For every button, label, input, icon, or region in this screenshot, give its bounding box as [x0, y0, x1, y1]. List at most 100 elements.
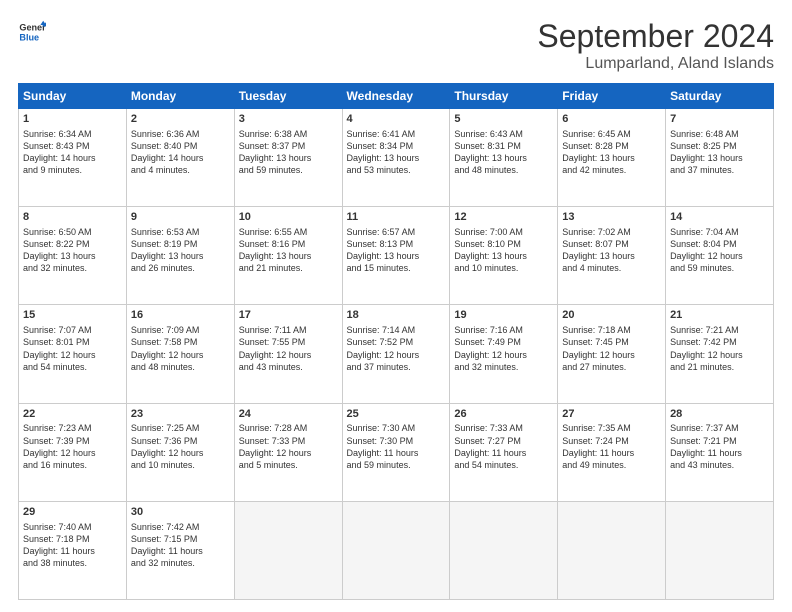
day-info-line: Sunset: 7:33 PM — [239, 435, 338, 447]
week-row-1: 1Sunrise: 6:34 AMSunset: 8:43 PMDaylight… — [19, 109, 774, 207]
day-number: 20 — [562, 308, 661, 323]
day-number: 11 — [347, 210, 446, 225]
cell-4-5: 26Sunrise: 7:33 AMSunset: 7:27 PMDayligh… — [450, 403, 558, 501]
day-info-line: and 43 minutes. — [239, 361, 338, 373]
svg-text:Blue: Blue — [19, 32, 39, 42]
day-info-line: Daylight: 13 hours — [562, 250, 661, 262]
day-info-line: and 43 minutes. — [670, 459, 769, 471]
day-info-line: Sunrise: 6:38 AM — [239, 128, 338, 140]
day-info-line: Daylight: 12 hours — [23, 349, 122, 361]
day-info-line: Sunrise: 7:00 AM — [454, 226, 553, 238]
week-row-3: 15Sunrise: 7:07 AMSunset: 8:01 PMDayligh… — [19, 305, 774, 403]
cell-5-2: 30Sunrise: 7:42 AMSunset: 7:15 PMDayligh… — [126, 501, 234, 599]
day-info-line: Sunrise: 6:43 AM — [454, 128, 553, 140]
day-number: 12 — [454, 210, 553, 225]
cell-4-1: 22Sunrise: 7:23 AMSunset: 7:39 PMDayligh… — [19, 403, 127, 501]
day-info-line: Sunset: 7:42 PM — [670, 336, 769, 348]
day-info-line: Sunset: 8:10 PM — [454, 238, 553, 250]
day-info-line: Sunset: 8:28 PM — [562, 140, 661, 152]
weekday-friday: Friday — [558, 84, 666, 109]
day-info-line: Daylight: 14 hours — [23, 152, 122, 164]
cell-5-6 — [558, 501, 666, 599]
day-info-line: Sunrise: 7:28 AM — [239, 422, 338, 434]
day-info-line: Sunset: 7:39 PM — [23, 435, 122, 447]
day-info-line: Sunset: 8:16 PM — [239, 238, 338, 250]
cell-4-6: 27Sunrise: 7:35 AMSunset: 7:24 PMDayligh… — [558, 403, 666, 501]
cell-5-1: 29Sunrise: 7:40 AMSunset: 7:18 PMDayligh… — [19, 501, 127, 599]
day-info-line: Sunrise: 6:57 AM — [347, 226, 446, 238]
cell-3-1: 15Sunrise: 7:07 AMSunset: 8:01 PMDayligh… — [19, 305, 127, 403]
cell-4-7: 28Sunrise: 7:37 AMSunset: 7:21 PMDayligh… — [666, 403, 774, 501]
day-number: 23 — [131, 407, 230, 422]
day-info-line: Sunrise: 6:53 AM — [131, 226, 230, 238]
day-info-line: Sunset: 8:13 PM — [347, 238, 446, 250]
day-number: 17 — [239, 308, 338, 323]
day-info-line: Daylight: 12 hours — [239, 447, 338, 459]
day-number: 27 — [562, 407, 661, 422]
cell-3-2: 16Sunrise: 7:09 AMSunset: 7:58 PMDayligh… — [126, 305, 234, 403]
day-number: 6 — [562, 112, 661, 127]
cell-1-3: 3Sunrise: 6:38 AMSunset: 8:37 PMDaylight… — [234, 109, 342, 207]
day-info-line: and 49 minutes. — [562, 459, 661, 471]
day-info-line: and 54 minutes. — [23, 361, 122, 373]
day-info-line: Sunset: 8:40 PM — [131, 140, 230, 152]
day-info-line: Sunset: 7:49 PM — [454, 336, 553, 348]
day-info-line: Sunset: 7:15 PM — [131, 533, 230, 545]
day-number: 14 — [670, 210, 769, 225]
cell-1-1: 1Sunrise: 6:34 AMSunset: 8:43 PMDaylight… — [19, 109, 127, 207]
day-info-line: Sunset: 7:18 PM — [23, 533, 122, 545]
week-row-2: 8Sunrise: 6:50 AMSunset: 8:22 PMDaylight… — [19, 207, 774, 305]
day-info-line: and 26 minutes. — [131, 262, 230, 274]
cell-1-4: 4Sunrise: 6:41 AMSunset: 8:34 PMDaylight… — [342, 109, 450, 207]
day-number: 21 — [670, 308, 769, 323]
day-info-line: and 15 minutes. — [347, 262, 446, 274]
cell-3-6: 20Sunrise: 7:18 AMSunset: 7:45 PMDayligh… — [558, 305, 666, 403]
day-info-line: Sunrise: 7:42 AM — [131, 521, 230, 533]
day-info-line: Daylight: 13 hours — [670, 152, 769, 164]
day-info-line: and 4 minutes. — [131, 164, 230, 176]
day-number: 15 — [23, 308, 122, 323]
day-info-line: and 9 minutes. — [23, 164, 122, 176]
day-info-line: and 37 minutes. — [670, 164, 769, 176]
day-number: 24 — [239, 407, 338, 422]
day-number: 1 — [23, 112, 122, 127]
day-number: 9 — [131, 210, 230, 225]
day-info-line: and 37 minutes. — [347, 361, 446, 373]
day-number: 10 — [239, 210, 338, 225]
weekday-thursday: Thursday — [450, 84, 558, 109]
day-info-line: and 54 minutes. — [454, 459, 553, 471]
day-info-line: Sunset: 8:19 PM — [131, 238, 230, 250]
day-info-line: Daylight: 14 hours — [131, 152, 230, 164]
day-info-line: Sunrise: 7:07 AM — [23, 324, 122, 336]
day-info-line: Sunrise: 6:50 AM — [23, 226, 122, 238]
day-info-line: Sunrise: 7:30 AM — [347, 422, 446, 434]
cell-1-6: 6Sunrise: 6:45 AMSunset: 8:28 PMDaylight… — [558, 109, 666, 207]
day-info-line: Sunrise: 6:48 AM — [670, 128, 769, 140]
day-info-line: and 32 minutes. — [454, 361, 553, 373]
day-info-line: Sunrise: 7:21 AM — [670, 324, 769, 336]
day-number: 13 — [562, 210, 661, 225]
day-number: 30 — [131, 505, 230, 520]
day-info-line: Sunrise: 7:11 AM — [239, 324, 338, 336]
calendar-table: SundayMondayTuesdayWednesdayThursdayFrid… — [18, 83, 774, 600]
day-info-line: Sunrise: 7:04 AM — [670, 226, 769, 238]
day-info-line: and 10 minutes. — [131, 459, 230, 471]
day-info-line: Sunrise: 7:02 AM — [562, 226, 661, 238]
day-number: 16 — [131, 308, 230, 323]
day-info-line: and 38 minutes. — [23, 557, 122, 569]
day-info-line: Daylight: 11 hours — [670, 447, 769, 459]
day-info-line: Daylight: 13 hours — [454, 152, 553, 164]
day-info-line: Sunrise: 7:35 AM — [562, 422, 661, 434]
cell-4-3: 24Sunrise: 7:28 AMSunset: 7:33 PMDayligh… — [234, 403, 342, 501]
day-info-line: Sunrise: 7:09 AM — [131, 324, 230, 336]
day-number: 19 — [454, 308, 553, 323]
day-info-line: Daylight: 12 hours — [347, 349, 446, 361]
day-info-line: Sunrise: 6:45 AM — [562, 128, 661, 140]
cell-5-4 — [342, 501, 450, 599]
day-info-line: Daylight: 13 hours — [562, 152, 661, 164]
day-info-line: Sunrise: 7:33 AM — [454, 422, 553, 434]
cell-5-3 — [234, 501, 342, 599]
cell-1-5: 5Sunrise: 6:43 AMSunset: 8:31 PMDaylight… — [450, 109, 558, 207]
day-info-line: Daylight: 11 hours — [454, 447, 553, 459]
day-info-line: and 16 minutes. — [23, 459, 122, 471]
